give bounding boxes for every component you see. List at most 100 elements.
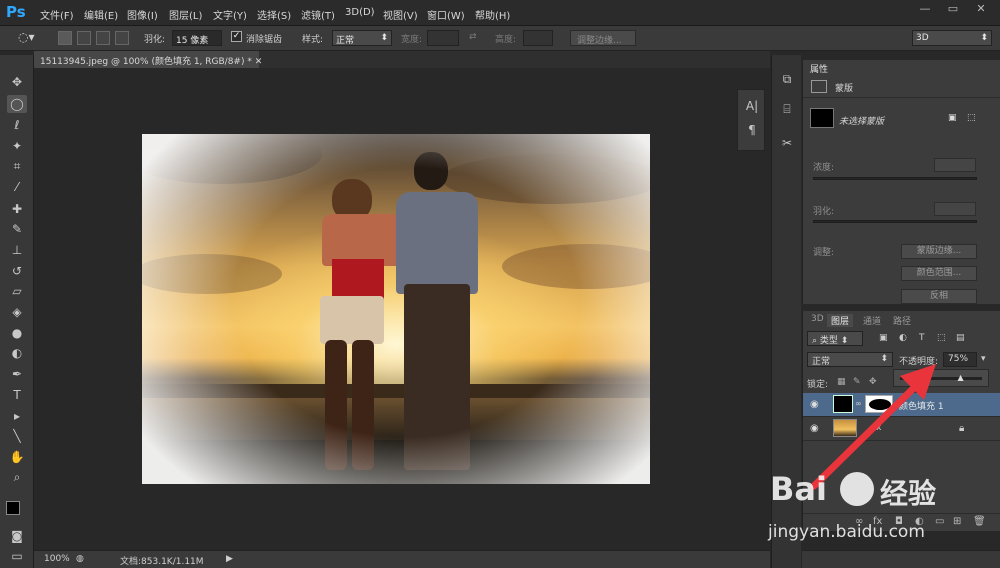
menu-bar: Ps 文件(F) 编辑(E) 图像(I) 图层(L) 文字(Y) 选择(S) 滤… — [0, 0, 1000, 26]
dodge-tool-icon[interactable]: ◐ — [7, 344, 27, 362]
adjust-label: 调整: — [813, 248, 835, 258]
menu-select[interactable]: 选择(S) — [257, 7, 291, 22]
clone-stamp-tool-icon[interactable]: ⊥ — [7, 241, 27, 259]
menu-view[interactable]: 视图(V) — [383, 7, 418, 22]
height-input[interactable] — [523, 30, 553, 46]
tab-channels[interactable]: 通道 — [859, 314, 885, 327]
menu-filter[interactable]: 滤镜(T) — [301, 7, 335, 22]
layer-filter-select[interactable]: ⌕ 类型 ⬍ — [807, 331, 863, 346]
filter-adjustment-icon[interactable]: ◐ — [899, 333, 907, 343]
mask-edge-button[interactable]: 蒙版边缘... — [901, 244, 977, 259]
filter-smart-object-icon[interactable]: ▤ — [956, 333, 965, 343]
feather-slider[interactable] — [813, 220, 977, 223]
invert-button[interactable]: 反相 — [901, 289, 977, 304]
density-slider[interactable] — [813, 177, 977, 180]
elliptical-marquee-icon[interactable]: ◌▾ — [18, 30, 35, 44]
history-panel-icon[interactable]: ⧉ — [777, 69, 797, 89]
opacity-dropdown-icon[interactable]: ▾ — [981, 354, 986, 364]
refine-edge-button[interactable]: 调整边缘... — [570, 30, 636, 46]
type-tool-icon[interactable]: T — [7, 386, 27, 404]
document-tab-bar: 15113945.jpeg @ 100% (颜色填充 1, RGB/8#) * … — [34, 51, 770, 68]
move-tool-icon[interactable]: ✥ — [7, 73, 27, 91]
lasso-tool-icon[interactable]: ℓ — [7, 116, 27, 134]
mask-thumbnail[interactable] — [810, 108, 834, 128]
swap-icon[interactable]: ⇄ — [469, 32, 477, 42]
menu-type[interactable]: 文字(Y) — [213, 7, 247, 22]
add-selection-icon[interactable] — [77, 31, 91, 45]
document-image[interactable] — [142, 134, 650, 484]
minimize-icon[interactable]: — — [912, 2, 938, 18]
document-size: 文档:853.1K/1.11M — [120, 557, 204, 567]
menu-image[interactable]: 图像(I) — [127, 7, 158, 22]
pixel-mask-icon[interactable]: ▣ — [948, 113, 957, 123]
mask-type-icon — [811, 80, 827, 93]
screen-mode-icon[interactable]: ▭ — [7, 547, 27, 565]
brush-tool-icon[interactable]: ✎ — [7, 220, 27, 238]
layer-comps-icon[interactable]: ⌸ — [777, 99, 797, 119]
ellipse-marquee-tool-icon[interactable]: ◯ — [7, 95, 27, 113]
magic-wand-tool-icon[interactable]: ✦ — [7, 137, 27, 155]
menu-help[interactable]: 帮助(H) — [475, 7, 510, 22]
pen-tool-icon[interactable]: ✒ — [7, 365, 27, 383]
status-icon[interactable]: ◍ — [76, 554, 84, 564]
tab-layers[interactable]: 图层 — [827, 314, 854, 327]
filter-kind: 类型 — [819, 336, 838, 346]
menu-3d[interactable]: 3D(D) — [345, 7, 375, 18]
path-selection-tool-icon[interactable]: ▸ — [7, 407, 27, 425]
style-select[interactable]: 正常 ⬍ — [332, 30, 392, 46]
vector-mask-icon[interactable]: ⬚ — [967, 113, 976, 123]
close-icon[interactable]: ✕ — [968, 2, 994, 18]
options-bar: ◌▾ 羽化: 15 像素 ✓ 消除锯齿 样式: 正常 ⬍ 宽度: ⇄ 高度: 调整… — [0, 26, 1000, 51]
paint-bucket-tool-icon[interactable]: ◈ — [7, 303, 27, 321]
menu-file[interactable]: 文件(F) — [40, 7, 74, 22]
tab-paths[interactable]: 路径 — [889, 314, 915, 327]
feather-input[interactable]: 15 像素 — [172, 30, 222, 46]
history-brush-tool-icon[interactable]: ↺ — [7, 262, 27, 280]
paragraph-icon[interactable]: ¶ — [742, 120, 762, 140]
antialias-label: 消除锯齿 — [246, 35, 283, 45]
character-icon[interactable]: A| — [742, 96, 762, 116]
line-tool-icon[interactable]: ╲ — [7, 427, 27, 445]
restore-icon[interactable]: ▭ — [940, 2, 966, 18]
status-menu-icon[interactable]: ▶ — [226, 554, 233, 564]
workspace-select[interactable]: 3D ⬍ — [912, 30, 992, 46]
menu-window[interactable]: 窗口(W) — [427, 7, 465, 22]
filter-shape-icon[interactable]: ⬚ — [937, 333, 946, 343]
density-input[interactable] — [934, 158, 976, 172]
watermark-logo: Bai — [770, 470, 827, 508]
subtract-selection-icon[interactable] — [96, 31, 110, 45]
width-input[interactable] — [427, 30, 459, 46]
blur-tool-icon[interactable]: ● — [7, 324, 27, 342]
tab-3d[interactable]: 3D — [807, 314, 828, 327]
feather-label: 羽化: — [144, 35, 166, 45]
eyedropper-tool-icon[interactable]: ⁄ — [7, 178, 27, 196]
intersect-selection-icon[interactable] — [115, 31, 129, 45]
tool-presets-icon[interactable]: ✂ — [777, 133, 797, 153]
feather-label: 羽化: — [813, 207, 835, 217]
menu-edit[interactable]: 编辑(E) — [84, 7, 118, 22]
foreground-color-swatch[interactable] — [6, 501, 20, 515]
hand-tool-icon[interactable]: ✋ — [7, 448, 27, 466]
style-label: 样式: — [302, 35, 324, 45]
document-tab-label: 15113945.jpeg @ 100% (颜色填充 1, RGB/8#) * — [40, 57, 252, 67]
style-select-value: 正常 — [336, 36, 355, 46]
workspace-value: 3D — [916, 33, 929, 43]
document-tab[interactable]: 15113945.jpeg @ 100% (颜色填充 1, RGB/8#) * … — [34, 51, 262, 68]
feather-input[interactable] — [934, 202, 976, 216]
filter-pixel-icon[interactable]: ▣ — [879, 333, 888, 343]
menu-layer[interactable]: 图层(L) — [169, 7, 202, 22]
eraser-tool-icon[interactable]: ▱ — [7, 282, 27, 300]
tab-close-icon[interactable]: ✕ — [255, 57, 263, 67]
quick-mask-icon[interactable]: ◙ — [7, 527, 27, 545]
filter-type-icon[interactable]: T — [919, 333, 925, 343]
zoom-tool-icon[interactable]: ⌕ — [7, 468, 27, 486]
mask-status: 未选择蒙版 — [839, 117, 885, 127]
new-selection-icon[interactable] — [58, 31, 72, 45]
canvas-area[interactable] — [34, 68, 770, 550]
crop-tool-icon[interactable]: ⌗ — [7, 157, 27, 175]
healing-brush-tool-icon[interactable]: ✚ — [7, 200, 27, 218]
antialias-checkbox[interactable]: ✓ — [231, 31, 242, 42]
color-range-button[interactable]: 颜色范围... — [901, 266, 977, 281]
tab-properties[interactable]: 属性 — [805, 61, 834, 75]
zoom-level[interactable]: 100% — [44, 554, 70, 564]
